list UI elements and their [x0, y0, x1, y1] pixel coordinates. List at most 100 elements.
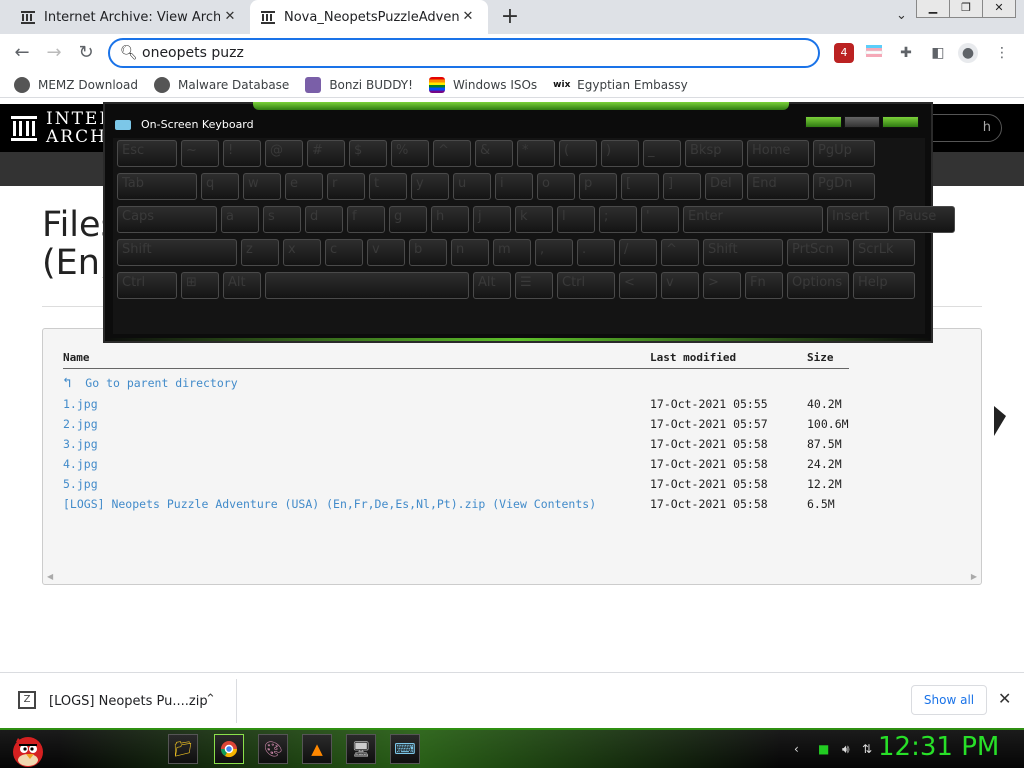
minimize-button[interactable]: ▁	[916, 0, 950, 18]
osk-key[interactable]: )	[601, 140, 639, 167]
puzzle-extensions-icon[interactable]: ✚	[896, 43, 916, 63]
osk-key[interactable]: n	[451, 239, 489, 266]
osk-key[interactable]: <	[619, 272, 657, 299]
osk-key[interactable]: Alt	[223, 272, 261, 299]
osk-minimize-button[interactable]	[805, 116, 842, 128]
osk-key[interactable]: x	[283, 239, 321, 266]
new-tab-button[interactable]: +	[498, 5, 522, 29]
show-all-button[interactable]: Show all	[911, 685, 987, 715]
osk-key[interactable]: Help	[853, 272, 915, 299]
osk-key[interactable]: @	[265, 140, 303, 167]
address-input[interactable]: oneopets puzz	[142, 45, 244, 61]
parent-directory-link[interactable]: ↰ Go to parent directory	[63, 375, 238, 391]
menu-kebab-icon[interactable]: ⋮	[992, 43, 1012, 63]
osk-key[interactable]: s	[263, 206, 301, 233]
osk-key[interactable]: c	[325, 239, 363, 266]
osk-key[interactable]	[265, 272, 469, 299]
osk-key[interactable]: _	[643, 140, 681, 167]
osk-key[interactable]: ,	[535, 239, 573, 266]
ia-logo-icon[interactable]	[10, 114, 38, 142]
remote-desktop-icon[interactable]: 🖥︎	[346, 734, 376, 764]
back-arrow-icon[interactable]: ←	[10, 41, 34, 65]
osk-key[interactable]: l	[557, 206, 595, 233]
bookmark-memz[interactable]: MEMZ Download	[14, 76, 138, 93]
close-tab-icon[interactable]: ✕	[460, 9, 476, 24]
close-download-bar-icon[interactable]: ✕	[998, 689, 1011, 708]
tab-search-chevron-icon[interactable]: ⌄	[896, 8, 907, 23]
osk-key[interactable]: Alt	[473, 272, 511, 299]
osk-key[interactable]: Shift	[117, 239, 237, 266]
tab-nova-neopets[interactable]: Nova_NeopetsPuzzleAdventure_ ✕	[250, 0, 488, 34]
osk-key[interactable]: Tab	[117, 173, 197, 200]
tray-back-icon[interactable]: ‹	[794, 742, 799, 756]
osk-maximize-button[interactable]	[843, 116, 881, 128]
osk-key[interactable]: q	[201, 173, 239, 200]
maximize-button[interactable]: ❐	[949, 0, 983, 18]
bookmark-bonzi[interactable]: Bonzi BUDDY!	[305, 76, 413, 93]
osk-key[interactable]: PgDn	[813, 173, 875, 200]
osk-key[interactable]: p	[579, 173, 617, 200]
osk-key[interactable]: m	[493, 239, 531, 266]
osk-key[interactable]: z	[241, 239, 279, 266]
file-link[interactable]: [LOGS] Neopets Puzzle Adventure (USA) (E…	[63, 497, 596, 511]
osk-key[interactable]: ^	[433, 140, 471, 167]
osk-key[interactable]: w	[243, 173, 281, 200]
vlc-cone-icon[interactable]: ▲	[302, 734, 332, 764]
download-filename[interactable]: [LOGS] Neopets Pu....zip	[49, 694, 208, 709]
chevron-up-icon[interactable]: ⌃	[205, 692, 216, 707]
osk-key[interactable]: y	[411, 173, 449, 200]
start-button-angry-bird-icon[interactable]	[4, 730, 48, 768]
osk-key[interactable]: o	[537, 173, 575, 200]
osk-key[interactable]: ^	[661, 239, 699, 266]
osk-key[interactable]: j	[473, 206, 511, 233]
osk-key[interactable]: ScrLk	[853, 239, 915, 266]
file-link[interactable]: 5.jpg	[63, 477, 98, 491]
on-screen-keyboard-window[interactable]: On-Screen Keyboard Esc ~! @ # $% ^ & *() _ Bksp Ho…	[103, 102, 955, 343]
osk-key[interactable]: Ctrl	[117, 272, 177, 299]
osk-key[interactable]: >	[703, 272, 741, 299]
side-panel-icon[interactable]: ◧	[928, 43, 948, 63]
osk-key[interactable]: f	[347, 206, 385, 233]
column-header-size[interactable]: Size	[807, 351, 834, 364]
osk-key[interactable]: PgUp	[813, 140, 875, 167]
file-link[interactable]: 1.jpg	[63, 397, 98, 411]
osk-key[interactable]: Bksp	[685, 140, 743, 167]
tray-battery-icon[interactable]: ■	[818, 742, 829, 756]
file-explorer-icon[interactable]: 📁︎	[168, 734, 198, 764]
file-link[interactable]: 2.jpg	[63, 417, 98, 431]
close-window-button[interactable]: ✕	[982, 0, 1016, 18]
network-icon[interactable]: ⇅	[862, 742, 872, 756]
osk-key[interactable]: Fn	[745, 272, 783, 299]
osk-key[interactable]: Options	[787, 272, 849, 299]
parent-directory-row[interactable]: ↰ Go to parent directory	[63, 375, 963, 395]
osk-key[interactable]: b	[409, 239, 447, 266]
osk-key[interactable]: Ctrl	[557, 272, 615, 299]
paint-icon[interactable]: 🎨︎	[258, 734, 288, 764]
column-header-modified[interactable]: Last modified	[650, 351, 736, 364]
osk-key[interactable]: Home	[747, 140, 809, 167]
osk-key[interactable]: PrtScn	[787, 239, 849, 266]
tab-view-archive[interactable]: Internet Archive: View Archive ✕	[0, 0, 250, 34]
osk-key[interactable]: a	[221, 206, 259, 233]
address-bar[interactable]: 🔍︎ oneopets puzz	[108, 38, 820, 68]
scroll-left-icon[interactable]: ◀	[47, 572, 53, 581]
osk-key[interactable]: e	[285, 173, 323, 200]
osk-key[interactable]: ⊞	[181, 272, 219, 299]
osk-key[interactable]: Shift	[703, 239, 783, 266]
pride-heart-extension-icon[interactable]	[864, 43, 884, 63]
osk-key[interactable]: $	[349, 140, 387, 167]
column-header-name[interactable]: Name	[63, 351, 90, 364]
osk-taskbar-icon[interactable]: ⌨	[390, 734, 420, 764]
osk-key[interactable]: .	[577, 239, 615, 266]
osk-key[interactable]: u	[453, 173, 491, 200]
osk-key[interactable]: t	[369, 173, 407, 200]
shield-extension-icon[interactable]: 4	[834, 43, 854, 63]
osk-key[interactable]: v	[661, 272, 699, 299]
osk-close-button[interactable]	[882, 116, 920, 128]
osk-key[interactable]: g	[389, 206, 427, 233]
osk-key[interactable]: '	[641, 206, 679, 233]
file-link[interactable]: 3.jpg	[63, 437, 98, 451]
osk-key[interactable]: r	[327, 173, 365, 200]
osk-key[interactable]: Pause	[893, 206, 955, 233]
file-link[interactable]: 4.jpg	[63, 457, 98, 471]
